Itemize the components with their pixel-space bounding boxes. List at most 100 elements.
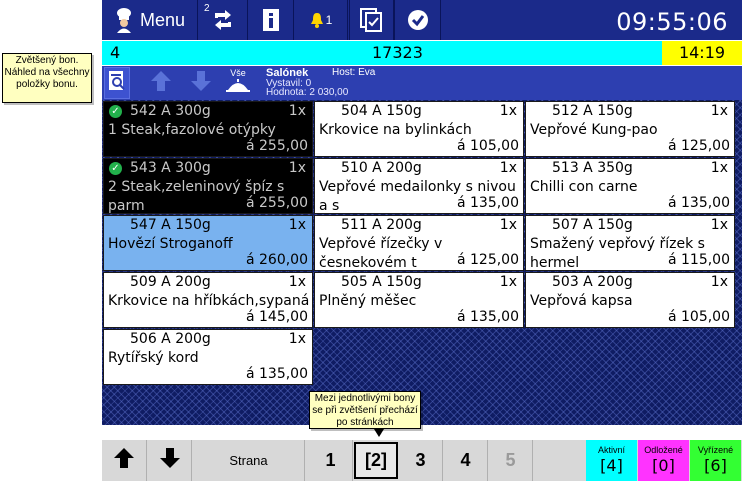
item-code: 506 A 200g xyxy=(130,331,211,347)
order-item[interactable]: 547 A 150g 1x Hovězí Stroganoff á 260,00 xyxy=(103,215,313,271)
item-quantity: 1x xyxy=(499,160,517,176)
documents-icon xyxy=(360,8,384,32)
page-counter-value: 1 z 1 xyxy=(678,426,707,441)
item-header: 512 A 150g 1x xyxy=(526,103,734,121)
item-header: 509 A 200g 1x xyxy=(104,274,312,292)
status-filter-done[interactable]: Vyřízené [6] xyxy=(690,440,741,481)
status-count: [4] xyxy=(600,456,623,475)
info-icon xyxy=(263,9,279,31)
order-item[interactable]: 509 A 200g 1x Krkovice na hříbkách,sypaná á… xyxy=(103,272,313,328)
order-item[interactable]: 511 A 200g 1x Vepřové řízečky v česnekovém… xyxy=(314,215,524,271)
page-down-button[interactable] xyxy=(148,440,192,481)
item-price: á 115,00 xyxy=(667,252,730,268)
paging-tooltip: Mezi jednotlivými bony se při zvětšení p… xyxy=(309,391,421,429)
item-price: á 125,00 xyxy=(667,138,730,154)
item-quantity: 1x xyxy=(288,274,306,290)
order-item[interactable]: 513 A 350g 1x Chilli con carne á 135,00 xyxy=(525,158,735,214)
item-code: 505 A 150g xyxy=(341,274,422,290)
page-2-button[interactable]: [2] xyxy=(354,442,398,479)
item-code: 507 A 150g xyxy=(552,217,633,233)
item-code: 542 A 300g xyxy=(130,103,211,119)
items-counter: Položek: 3 z 13 xyxy=(106,426,187,441)
item-quantity: 1x xyxy=(499,103,517,119)
item-code: 504 A 150g xyxy=(341,103,422,119)
page-counter: Strana: 1 z 1 xyxy=(640,426,707,441)
order-item[interactable]: 507 A 150g 1x Smažený vepřový řízek s herm… xyxy=(525,215,735,271)
all-button[interactable]: Vše xyxy=(220,67,256,99)
item-quantity: 1x xyxy=(710,103,728,119)
item-price: á 135,00 xyxy=(456,309,519,325)
item-price: á 105,00 xyxy=(456,138,519,154)
confirm-button[interactable] xyxy=(396,0,441,40)
item-header: 504 A 150g 1x xyxy=(315,103,523,121)
item-quantity: 1x xyxy=(288,217,306,233)
zoom-receipt-icon xyxy=(107,70,127,97)
table-number: 4 xyxy=(110,43,121,62)
item-quantity: 1x xyxy=(710,160,728,176)
item-code: 503 A 200g xyxy=(552,274,633,290)
item-price: á 255,00 xyxy=(245,195,308,211)
item-code: 512 A 150g xyxy=(552,103,633,119)
order-number: 17323 xyxy=(372,43,423,62)
status-label: Aktivní xyxy=(597,445,625,455)
item-code: 510 A 200g xyxy=(341,160,422,176)
scroll-down-button[interactable] xyxy=(186,67,216,99)
documents-button[interactable] xyxy=(350,0,395,40)
page-5-button[interactable]: 5 xyxy=(489,440,533,481)
order-item[interactable]: 512 A 150g 1x Vepřové Kung-pao á 125,00 xyxy=(525,101,735,157)
scroll-up-button[interactable] xyxy=(146,67,176,99)
item-quantity: 1x xyxy=(499,274,517,290)
item-header: 503 A 200g 1x xyxy=(526,274,734,292)
order-item[interactable]: 505 A 150g 1x Plněný měšec á 135,00 xyxy=(314,272,524,328)
order-item[interactable]: ✓ 542 A 300g 1x 1 Steak,fazolové otýpky á 25… xyxy=(103,101,313,157)
zoom-receipt-button[interactable] xyxy=(104,67,130,99)
sync-badge: 2 xyxy=(204,3,210,14)
order-item[interactable]: 503 A 200g 1x Vepřová kapsa á 105,00 xyxy=(525,272,735,328)
item-price: á 135,00 xyxy=(667,195,730,211)
item-header: 542 A 300g 1x xyxy=(104,103,312,121)
order-item[interactable]: 510 A 200g 1x Vepřové medailonky s nivou a… xyxy=(314,158,524,214)
top-toolbar: Menu 2 1 09:55:06 xyxy=(102,0,742,40)
sync-button[interactable]: 2 xyxy=(199,0,248,40)
item-header: 513 A 350g 1x xyxy=(526,160,734,178)
status-count: [6] xyxy=(704,456,727,475)
arrow-up-icon xyxy=(150,70,172,97)
item-quantity: 1x xyxy=(499,217,517,233)
notification-button[interactable]: 1 xyxy=(295,0,348,40)
item-quantity: 1x xyxy=(288,103,306,119)
order-item[interactable]: 504 A 150g 1x Krkovice na bylinkách á 105,0… xyxy=(314,101,524,157)
item-code: 547 A 150g xyxy=(130,217,211,233)
arrow-down-icon xyxy=(190,70,212,97)
bottom-toolbar: Strana 1 [2] 3 4 5 Aktivní [4] Odložené [0] Vyříz… xyxy=(102,440,742,481)
item-code: 509 A 200g xyxy=(130,274,211,290)
page-1-button[interactable]: 1 xyxy=(309,440,353,481)
order-item[interactable]: 506 A 200g 1x Rytířský kord á 135,00 xyxy=(103,329,313,385)
bell-icon xyxy=(310,12,324,28)
page-button[interactable]: Strana xyxy=(193,440,305,481)
item-price: á 255,00 xyxy=(245,138,308,154)
order-item[interactable]: ✓ 543 A 300g 1x 2 Steak,zeleninový špíz s p… xyxy=(103,158,313,214)
status-filter-postponed[interactable]: Odložené [0] xyxy=(638,440,689,481)
page-up-button[interactable] xyxy=(102,440,147,481)
item-quantity: 1x xyxy=(710,274,728,290)
all-label: Vše xyxy=(230,67,246,78)
info-button[interactable] xyxy=(249,0,294,40)
bell-badge: 1 xyxy=(325,13,333,27)
item-quantity: 1x xyxy=(710,217,728,233)
page-3-button[interactable]: 3 xyxy=(399,440,443,481)
item-price: á 105,00 xyxy=(667,309,730,325)
clock: 09:55:06 xyxy=(616,8,728,36)
tooltip-pointer xyxy=(374,429,384,437)
order-toolbar: Vše Salónek Host: Eva Vystavil: 0 Hodnot… xyxy=(102,66,742,100)
order-time: 14:19 xyxy=(662,41,742,65)
order-value: Hodnota: 2 030,00 xyxy=(266,87,349,98)
zoom-tooltip: Zvětšený bon. Náhled na všechny položky … xyxy=(2,53,92,103)
item-code: 543 A 300g xyxy=(130,160,211,176)
swap-arrows-icon xyxy=(211,9,235,31)
status-label: Odložené xyxy=(644,445,683,455)
arrow-down-icon xyxy=(159,447,181,474)
menu-button[interactable]: Menu xyxy=(102,0,198,40)
page-4-button[interactable]: 4 xyxy=(444,440,488,481)
item-header: 505 A 150g 1x xyxy=(315,274,523,292)
status-filter-active[interactable]: Aktivní [4] xyxy=(586,440,637,481)
